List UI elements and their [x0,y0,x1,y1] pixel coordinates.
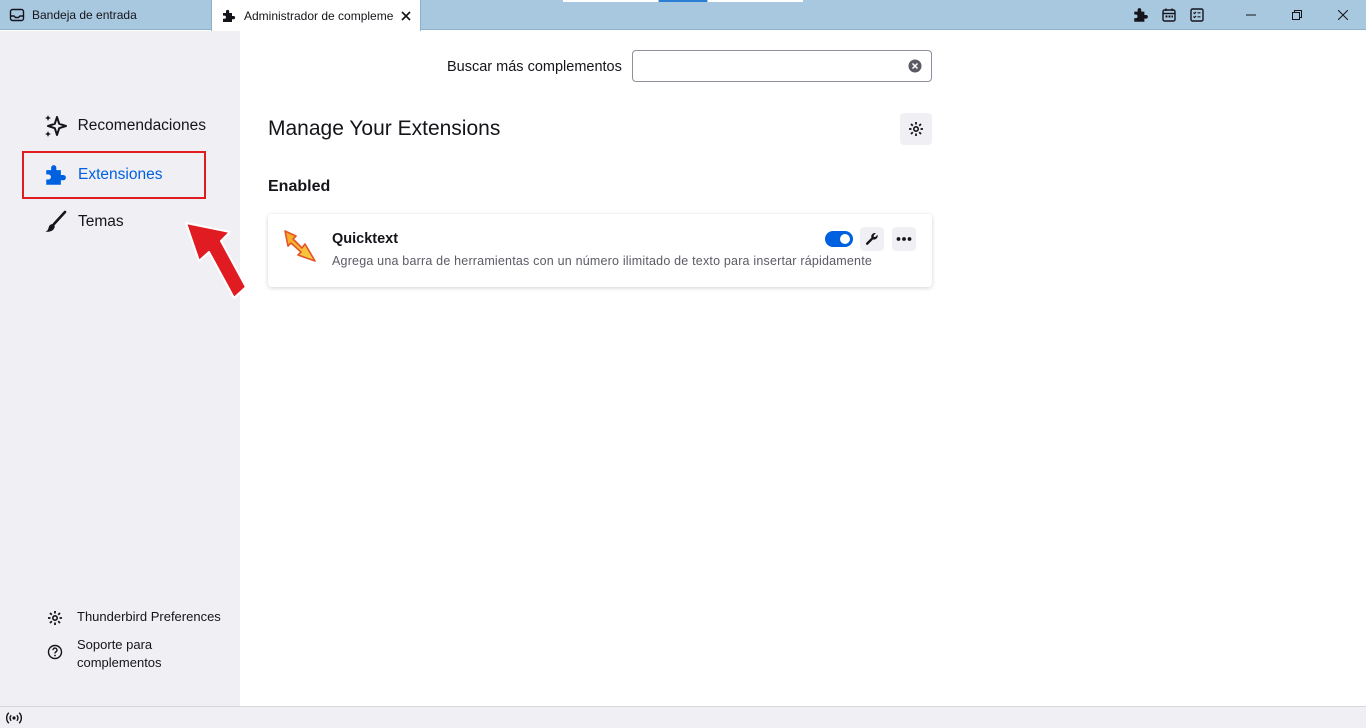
help-icon [44,643,66,661]
search-label: Buscar más complementos [447,59,622,75]
section-heading-enabled: Enabled [268,178,331,195]
toggle-knob [840,234,850,244]
thunderbird-preferences-link[interactable]: Thunderbird Preferences [44,609,221,627]
sidebar-item-label: Extensiones [78,166,163,183]
inbox-icon [8,6,26,24]
addon-more-options-button[interactable] [892,227,916,251]
tab-label: Administrador de complementos [244,8,394,23]
tab-inbox[interactable]: Bandeja de entrada [0,0,210,30]
addon-name[interactable]: Quicktext [332,231,398,247]
quicktext-logo-icon [284,230,316,262]
close-icon[interactable] [1320,0,1366,30]
status-bar [0,706,1366,728]
addon-card[interactable]: Quicktext Agrega una barra de herramient… [268,214,932,287]
indicator-segment [708,0,803,2]
sparkle-icon [42,112,70,140]
title-bar: Bandeja de entrada Administrador de comp… [0,0,1366,31]
puzzle-icon [42,161,70,189]
maximize-icon[interactable] [1274,0,1320,30]
addon-description: Agrega una barra de herramientas con un … [332,254,873,268]
sidebar-item-recommendations[interactable]: Recomendaciones [22,102,206,150]
tab-addons-manager[interactable]: Administrador de complementos [211,0,421,31]
support-label: Soporte para complementos [77,637,162,670]
categories-sidebar: Recomendaciones Extensiones Temas Thunde… [0,31,240,706]
brush-icon [42,208,70,236]
addon-enable-toggle[interactable] [825,231,853,247]
tools-gear-button[interactable] [900,113,932,145]
more-horizontal-icon [896,236,912,242]
puzzle-icon[interactable] [1131,5,1151,25]
minimize-icon[interactable] [1228,0,1274,30]
addons-main-panel: Buscar más complementos Manage Your Exte… [240,31,1366,706]
page-title: Manage Your Extensions [268,117,501,140]
wrench-icon [865,232,879,246]
preferences-label: Thunderbird Preferences [77,609,221,624]
sidebar-item-label: Temas [78,213,124,230]
calendar-icon[interactable] [1159,5,1179,25]
sidebar-item-themes[interactable]: Temas [22,198,206,246]
puzzle-icon [220,7,238,25]
addon-options-button[interactable] [860,227,884,251]
sidebar-item-extensions[interactable]: Extensiones [22,151,206,199]
clear-search-icon[interactable] [907,58,923,74]
tab-label: Bandeja de entrada [32,8,137,22]
close-icon[interactable] [398,8,414,24]
gear-icon [44,609,66,627]
gear-icon [908,121,924,137]
sidebar-item-label: Recomendaciones [77,117,206,134]
addons-support-link[interactable]: Soporte para complementos [44,636,162,672]
online-status-icon[interactable] [4,709,24,727]
indicator-segment [563,0,658,2]
search-addons-input[interactable] [632,50,932,82]
tasks-icon[interactable] [1187,5,1207,25]
indicator-segment-active [659,0,707,2]
